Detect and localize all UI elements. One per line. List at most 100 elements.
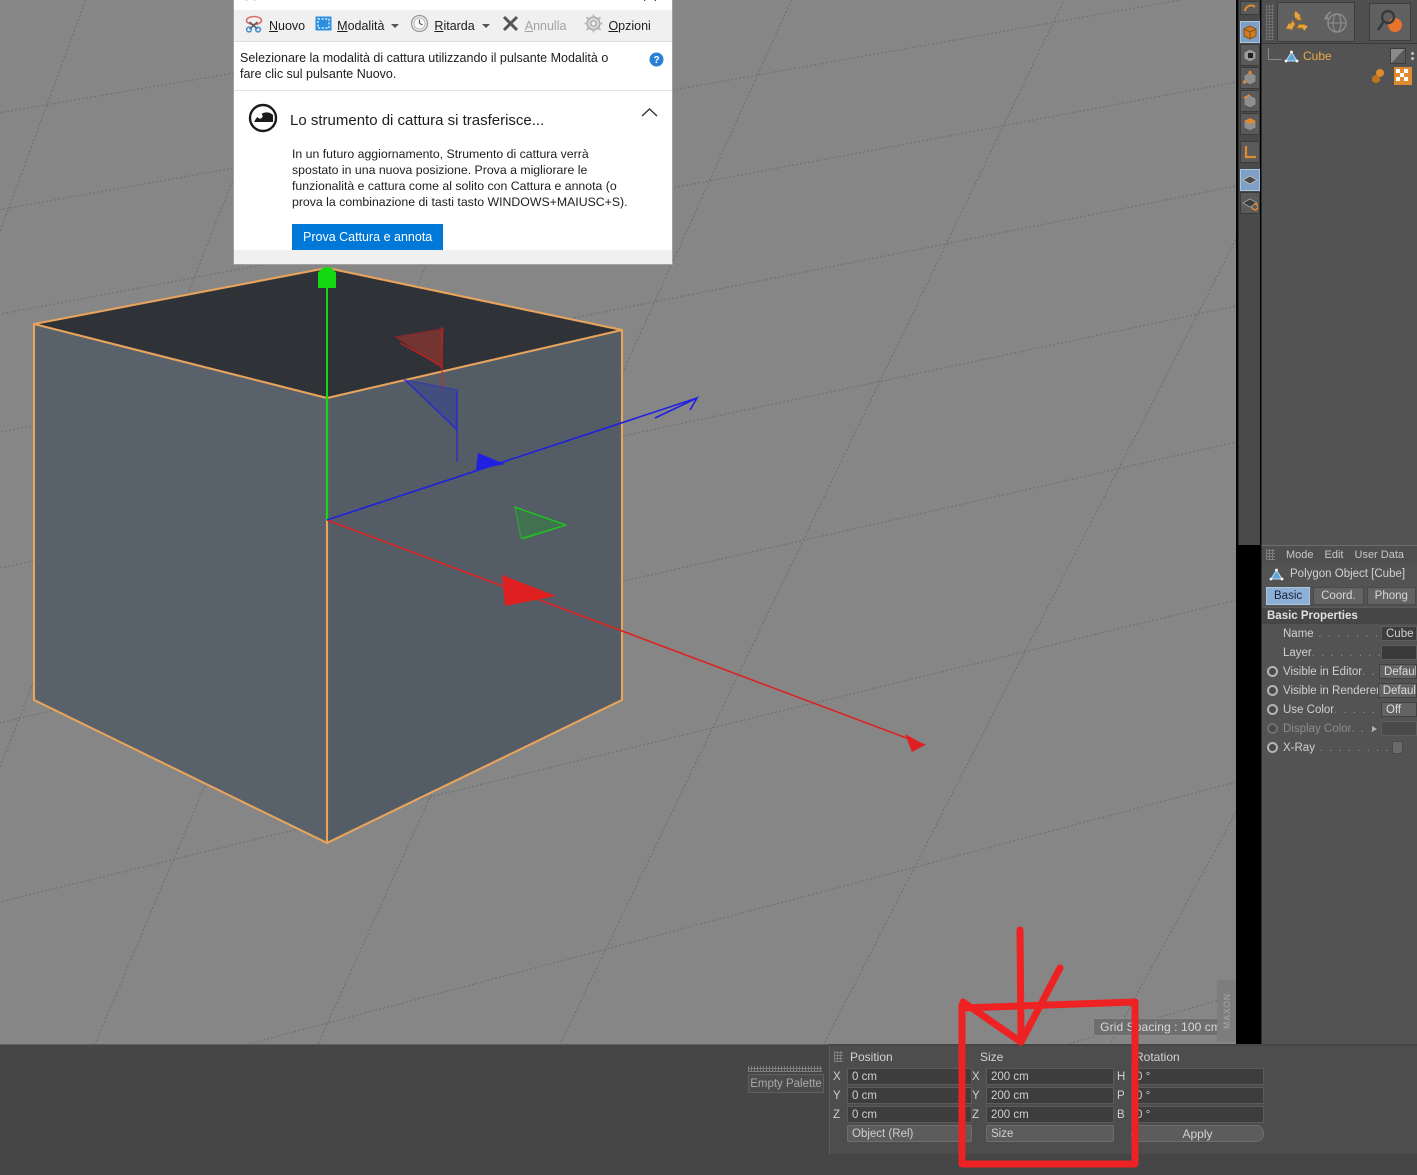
panel-drag-handle[interactable]	[1266, 3, 1274, 40]
radio-toggle	[1267, 723, 1278, 734]
axis-label: H	[1117, 1070, 1126, 1083]
snipping-tool-toolbar[interactable]: Nuovo Modalità Ritarda Annulla Opzioni	[234, 10, 672, 42]
polygons-mode-icon[interactable]	[1240, 113, 1260, 135]
minimize-button[interactable]	[537, 0, 582, 10]
object-axis-icon[interactable]	[1240, 44, 1260, 66]
close-button[interactable]	[627, 0, 672, 10]
mode-button[interactable]: Modalità	[310, 13, 389, 39]
attribute-manager[interactable]: Mode Edit User Data Polygon Object [Cube…	[1261, 545, 1417, 1044]
label-dots: . . . . . . . .	[1334, 703, 1381, 716]
snipping-tool-titlebar[interactable]: Strumento di cattura	[234, 0, 672, 10]
scissors-icon	[243, 0, 260, 6]
palette-area[interactable]: Empty Palette	[0, 1044, 828, 1154]
use-color-combo[interactable]: Off	[1381, 702, 1417, 717]
axis-label: Z	[833, 1108, 841, 1121]
attribute-tabs[interactable]: Basic Coord. Phong	[1262, 585, 1417, 607]
object-row-tags	[1390, 48, 1414, 64]
object-manager[interactable]: Cube	[1261, 0, 1417, 545]
chevron-right-icon[interactable]	[1372, 725, 1377, 732]
enable-axis-icon[interactable]	[1240, 192, 1260, 214]
coord-line-rot-b: B 0 °	[1117, 1106, 1267, 1123]
new-button[interactable]: Nuovo	[240, 13, 310, 39]
layer-field[interactable]	[1381, 645, 1417, 660]
xray-checkbox[interactable]	[1391, 741, 1403, 754]
points-mode-icon[interactable]	[1240, 67, 1260, 89]
mode-chevron-down-icon[interactable]	[391, 23, 400, 28]
material-sphere-icon[interactable]	[1369, 67, 1387, 85]
x-icon	[501, 14, 520, 38]
radio-toggle[interactable]	[1267, 742, 1278, 753]
display-color-swatch[interactable]	[1381, 721, 1417, 736]
visible-editor-combo[interactable]: Default	[1378, 664, 1417, 679]
texture-axis-icon[interactable]	[1240, 169, 1260, 191]
banner-body-text: In un futuro aggiornamento, Strumento di…	[292, 147, 628, 209]
options-button[interactable]: Opzioni	[579, 13, 655, 39]
clock-icon	[410, 14, 429, 38]
size-x-input[interactable]: 200 cm	[986, 1068, 1114, 1085]
cube-right-face	[327, 330, 622, 843]
globe-arrow-icon[interactable]	[1316, 3, 1354, 41]
object-axis-l-icon[interactable]	[1240, 141, 1260, 163]
coordinate-system-dropdown[interactable]: Object (Rel)	[847, 1125, 972, 1142]
tab-basic[interactable]: Basic	[1266, 587, 1311, 605]
tab-coord[interactable]: Coord.	[1313, 587, 1364, 605]
model-mode-icon[interactable]	[1240, 21, 1260, 43]
object-list[interactable]: Cube	[1262, 44, 1417, 66]
radio-toggle[interactable]	[1267, 666, 1278, 677]
property-label-xray: X-Ray . . . . . . . . . . .	[1283, 742, 1392, 754]
radio-toggle[interactable]	[1267, 704, 1278, 715]
chevron-up-icon[interactable]	[641, 105, 658, 123]
size-z-input[interactable]: 200 cm	[986, 1106, 1114, 1123]
apply-button[interactable]: Apply	[1131, 1125, 1264, 1142]
tab-phong[interactable]: Phong	[1366, 587, 1416, 605]
menu-edit[interactable]: Edit	[1325, 549, 1344, 561]
attribute-manager-menubar[interactable]: Mode Edit User Data	[1262, 546, 1417, 563]
position-x-input[interactable]: 0 cm	[847, 1068, 972, 1085]
delay-chevron-down-icon[interactable]	[481, 23, 490, 28]
checker-tag-icon[interactable]	[1393, 66, 1413, 86]
panel-drag-handle[interactable]	[834, 1051, 843, 1062]
maxon-brand-watermark: MAXON	[1217, 980, 1236, 1042]
menu-mode[interactable]: Mode	[1286, 549, 1314, 561]
try-snip-sketch-button[interactable]: Prova Cattura e annota	[292, 224, 444, 250]
coordinate-manager[interactable]: Position Size Rotation X 0 cm Y 0 cm Z 0…	[829, 1046, 1417, 1154]
rotation-h-input[interactable]: 0 °	[1131, 1068, 1264, 1085]
help-circle-icon[interactable]: ?	[649, 52, 664, 71]
palette-drag-handle[interactable]	[748, 1066, 822, 1072]
name-field[interactable]: Cube	[1381, 626, 1417, 641]
tool-icon-top-partial[interactable]	[1240, 1, 1260, 15]
coord-line-size-x: X 200 cm	[972, 1068, 1117, 1085]
coord-column-position: X 0 cm Y 0 cm Z 0 cm Object (Rel)	[830, 1068, 972, 1142]
delay-button[interactable]: Ritarda	[405, 13, 479, 39]
visible-renderer-combo[interactable]: Default	[1377, 683, 1417, 698]
property-row-visible-renderer: Visible in Renderer Default	[1262, 681, 1417, 700]
panel-drag-handle[interactable]	[1266, 549, 1275, 560]
maximize-button[interactable]	[582, 0, 627, 10]
column-title-rotation: Rotation	[1135, 1049, 1180, 1064]
window-controls[interactable]	[537, 0, 672, 10]
snipping-tool-window[interactable]: Strumento di cattura	[233, 0, 673, 265]
radio-toggle[interactable]	[1267, 685, 1278, 696]
menu-user-data[interactable]: User Data	[1355, 549, 1405, 561]
empty-palette-button[interactable]: Empty Palette	[748, 1074, 824, 1093]
position-z-input[interactable]: 0 cm	[847, 1106, 972, 1123]
cube-front-face	[34, 324, 327, 843]
label-text: Visible in Editor	[1283, 665, 1363, 678]
edges-mode-icon[interactable]	[1240, 90, 1260, 112]
object-visibility-dots[interactable]	[1411, 52, 1414, 60]
recycle-icon[interactable]	[1278, 3, 1316, 41]
rotation-p-input[interactable]: 0 °	[1131, 1087, 1264, 1104]
label-text: Display Color	[1283, 722, 1352, 735]
new-button-label: Nuovo	[269, 18, 306, 33]
object-row-cube[interactable]: Cube	[1262, 46, 1417, 66]
size-mode-dropdown[interactable]: Size	[986, 1125, 1114, 1142]
magnifier-sphere-icon[interactable]	[1369, 2, 1411, 41]
selection-rect-icon	[315, 16, 332, 36]
mode-tool-column[interactable]	[1238, 0, 1260, 545]
position-y-input[interactable]: 0 cm	[847, 1087, 972, 1104]
display-tag-icon[interactable]	[1390, 48, 1406, 64]
size-y-input[interactable]: 200 cm	[986, 1087, 1114, 1104]
rotation-b-input[interactable]: 0 °	[1131, 1106, 1264, 1123]
